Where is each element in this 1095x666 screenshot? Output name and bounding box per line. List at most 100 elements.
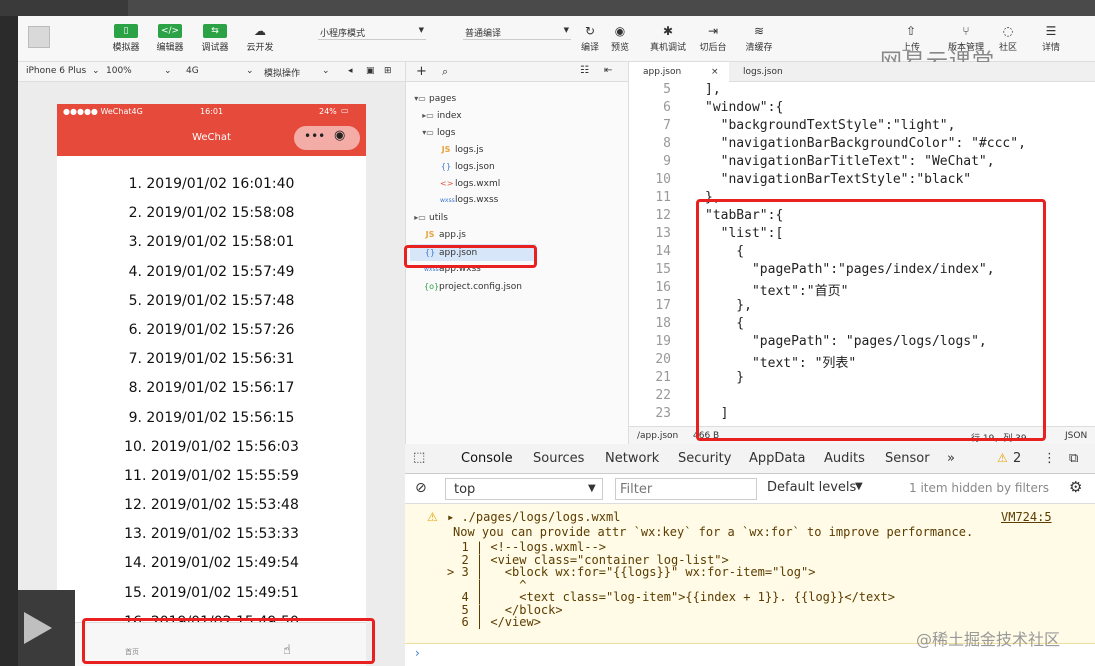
hidden-count: 1 item hidden by filters <box>909 481 1050 495</box>
phone-icon: ▯ <box>114 24 138 38</box>
clear-cache-button[interactable]: ≋ 清缓存 <box>739 24 779 53</box>
warning-source-link[interactable]: VM724:5 <box>1001 510 1052 524</box>
folder-icon: ▸▭ <box>414 213 426 222</box>
collapse-icon[interactable]: ⇤ <box>604 65 612 76</box>
tab-security[interactable]: Security <box>678 451 731 466</box>
code-line[interactable]: "backgroundTextStyle":"light", <box>705 118 956 133</box>
left-edge <box>0 16 18 666</box>
settings-gear-icon[interactable]: ⚙ <box>1069 478 1082 496</box>
file-project-config[interactable]: {o}project.config.json <box>424 278 522 295</box>
log-list: 1. 2019/01/02 16:01:40 2. 2019/01/02 15:5… <box>57 170 366 637</box>
window-icon[interactable]: ▣ <box>366 66 375 76</box>
folder-index[interactable]: ▸▭ index <box>422 107 461 124</box>
phone-nav-bar: WeChat ••• ◉ <box>57 120 366 156</box>
editor-button[interactable]: </> 编辑器 <box>150 24 190 53</box>
file-logs-js[interactable]: JS logs.js <box>440 141 484 158</box>
details-button[interactable]: ☰ 详情 <box>1031 24 1071 53</box>
tab-audits[interactable]: Audits <box>824 451 865 466</box>
line-number: 11 <box>655 190 671 205</box>
tab-logs-json[interactable]: logs.json <box>729 62 797 82</box>
tab-network[interactable]: Network <box>605 451 659 466</box>
levels-select[interactable]: Default levels <box>767 480 856 495</box>
wxml-file-icon: <> <box>440 179 454 188</box>
inspect-icon[interactable]: ⬚ <box>413 450 425 465</box>
code-line[interactable]: "navigationBarBackgroundColor": "#ccc", <box>705 136 1026 151</box>
line-number: 23 <box>655 406 671 421</box>
popout-icon[interactable]: ⊞ <box>384 66 392 76</box>
device-select[interactable]: iPhone 6 Plus <box>26 66 86 76</box>
more-tabs-button[interactable]: » <box>947 451 955 466</box>
clear-console-icon[interactable]: ⊘ <box>415 480 427 496</box>
tab-app-json[interactable]: app.json × <box>629 62 729 82</box>
dock-icon[interactable]: ⧉ <box>1069 451 1078 466</box>
code-line[interactable]: "navigationBarTitleText": "WeChat", <box>705 154 995 169</box>
eye-icon: ◉ <box>614 24 626 38</box>
line-number: 12 <box>655 208 671 223</box>
context-select[interactable]: top ▼ <box>445 478 603 500</box>
layers-icon: ≋ <box>753 24 765 38</box>
line-number: 21 <box>655 370 671 385</box>
code-line[interactable]: "navigationBarTextStyle":"black" <box>705 172 971 187</box>
zoom-select[interactable]: 100% <box>106 66 132 76</box>
line-number: 17 <box>655 298 671 313</box>
chevron-down-icon: ⌄ <box>164 66 172 76</box>
preview-button[interactable]: ◉ 预览 <box>600 24 640 53</box>
js-file-icon: JS <box>441 145 451 154</box>
folder-icon: ▸▭ <box>422 111 434 120</box>
tab-sources[interactable]: Sources <box>533 451 584 466</box>
mode-select[interactable]: 小程序模式 ▼ <box>318 26 426 40</box>
line-number: 9 <box>663 154 671 169</box>
list-icon[interactable]: ☷ <box>580 65 589 76</box>
log-item: 12. 2019/01/02 15:53:48 <box>124 497 299 514</box>
menu-icon: ☰ <box>1045 24 1057 38</box>
folder-utils[interactable]: ▸▭ utils <box>414 209 448 226</box>
line-number: 14 <box>655 244 671 259</box>
folder-open-icon: ▾▭ <box>422 128 434 137</box>
phone-screen: ●●●●● WeChat4G 16:01 24% ▭ WeChat ••• ◉ … <box>57 104 366 666</box>
log-item: 9. 2019/01/02 15:56:15 <box>128 409 295 426</box>
more-icon[interactable]: ••• <box>304 129 325 143</box>
chevron-down-icon: ▼ <box>588 483 596 494</box>
compile-select[interactable]: 普通编译 ▼ <box>463 26 571 40</box>
file-logs-json[interactable]: {} logs.json <box>440 158 495 175</box>
config-file-icon: {o} <box>424 282 440 291</box>
volume-icon[interactable]: ◂ <box>348 66 353 76</box>
tab-sensor[interactable]: Sensor <box>885 451 930 466</box>
warning-message: Now you can provide attr `wx:key` for a … <box>453 525 974 539</box>
code-line[interactable]: ], <box>705 82 721 97</box>
warning-count: 2 <box>1013 451 1022 466</box>
background-button[interactable]: ⇥ 切后台 <box>693 24 733 53</box>
play-button[interactable] <box>18 590 75 666</box>
search-icon[interactable]: ⌕ <box>442 65 448 79</box>
network-select[interactable]: 4G <box>186 66 199 76</box>
line-number: 5 <box>663 82 671 97</box>
folder-pages[interactable]: ▾▭ pages <box>414 90 456 107</box>
console-toolbar: ⊘ top ▼ Default levels ▼ 1 item hidden b… <box>405 474 1095 504</box>
line-number: 7 <box>663 118 671 133</box>
avatar[interactable] <box>28 26 50 48</box>
warning-path[interactable]: ▸ ./pages/logs/logs.wxml <box>447 510 620 524</box>
close-capsule-icon[interactable]: ◉ <box>334 128 345 143</box>
add-icon[interactable]: + <box>416 64 427 79</box>
file-app-js[interactable]: JS app.js <box>424 226 466 243</box>
capsule-menu[interactable]: ••• ◉ <box>294 126 360 150</box>
log-item: 4. 2019/01/02 15:57:49 <box>128 263 295 280</box>
tab-appdata[interactable]: AppData <box>749 451 805 466</box>
folder-logs[interactable]: ▾▭ logs <box>422 124 455 141</box>
play-icon <box>24 612 52 644</box>
log-item: 8. 2019/01/02 15:56:17 <box>128 380 295 397</box>
filter-input[interactable] <box>615 478 757 500</box>
code-line[interactable]: "window":{ <box>705 100 783 115</box>
warning-icon[interactable]: ⚠ <box>997 451 1008 465</box>
log-item: 5. 2019/01/02 15:57:48 <box>128 292 295 309</box>
simulator-button[interactable]: ▯ 模拟器 <box>106 24 146 53</box>
file-logs-wxml[interactable]: <> logs.wxml <box>440 175 500 192</box>
close-icon[interactable]: × <box>711 62 719 82</box>
remote-debug-button[interactable]: ✱ 真机调试 <box>645 24 691 53</box>
operation-select[interactable]: 模拟操作 <box>264 66 300 79</box>
file-logs-wxss[interactable]: wxsslogs.wxss <box>440 192 498 209</box>
cloud-dev-button[interactable]: ☁ 云开发 <box>240 24 280 53</box>
kebab-menu-icon[interactable]: ⋮ <box>1043 451 1056 466</box>
debugger-button[interactable]: ⇆ 调试器 <box>195 24 235 53</box>
tab-console[interactable]: Console <box>461 451 513 466</box>
